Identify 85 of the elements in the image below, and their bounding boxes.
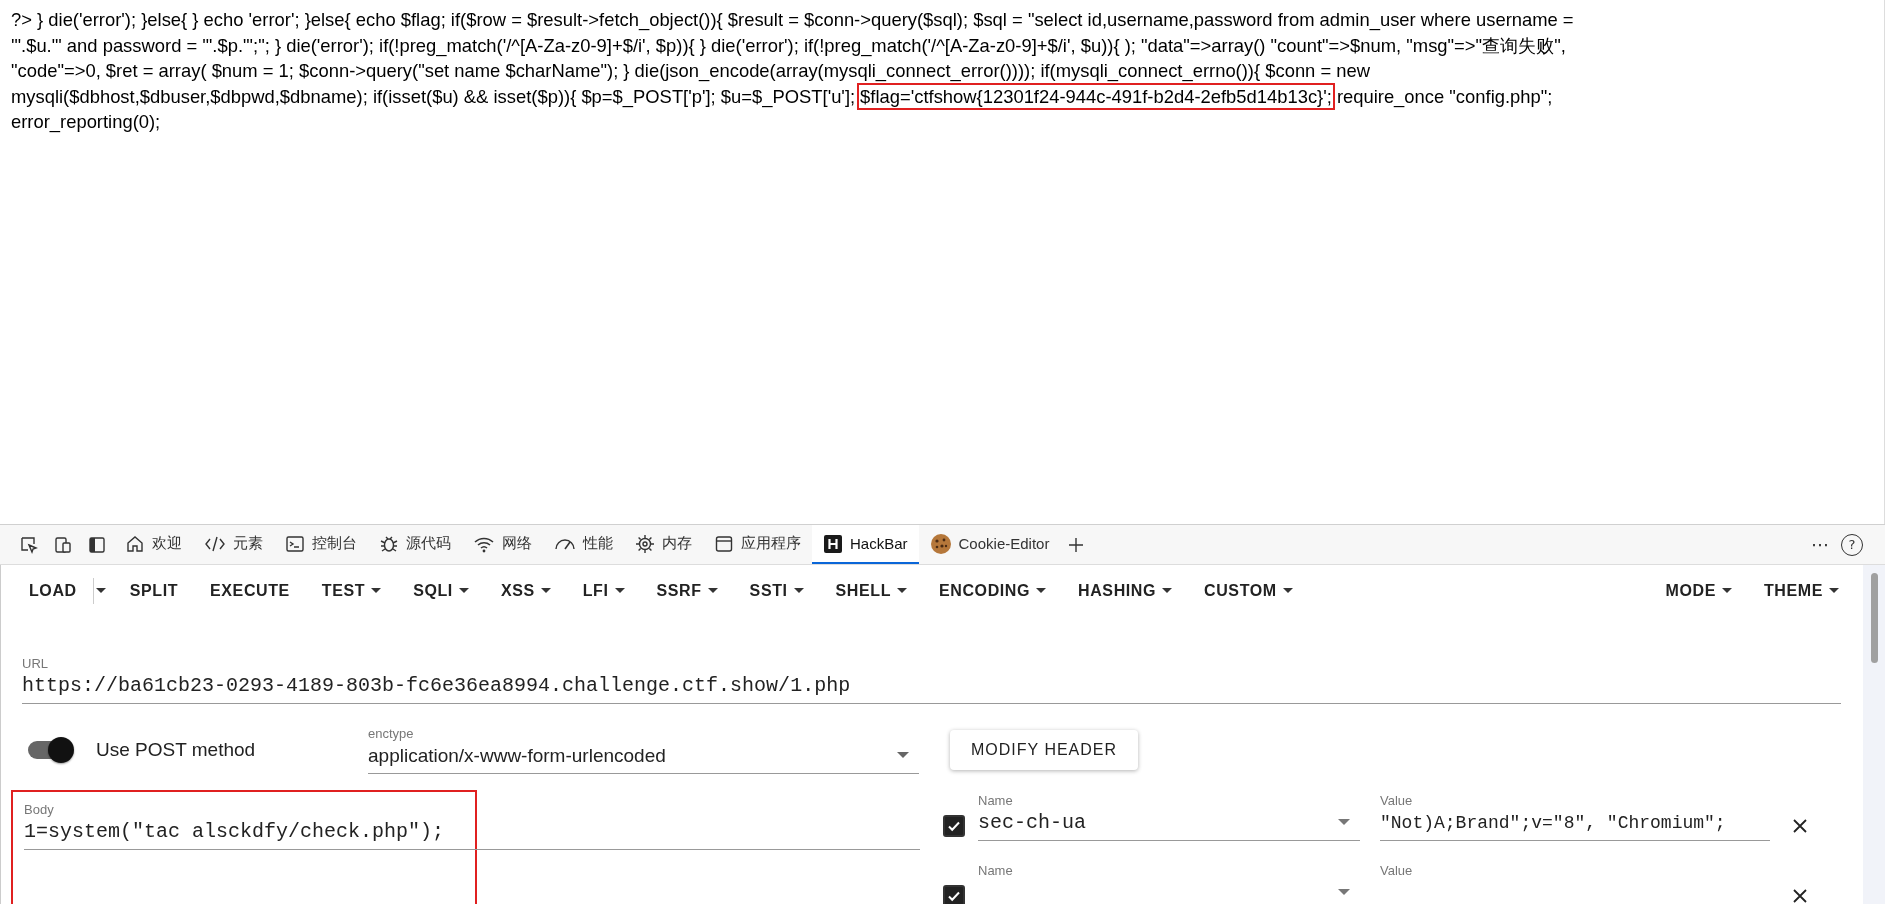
caret-icon	[793, 587, 804, 594]
toolbar-button[interactable]: EXECUTE	[194, 573, 306, 608]
caret-icon	[1036, 587, 1047, 594]
caret-icon	[458, 587, 469, 594]
code-text: require_once "config.php";	[1336, 85, 1553, 107]
code-text: ?> } die('error'); }else{ } echo 'error'; }else{ echo $flag; if($row = $result->fetch_object()){ $result = $conn->query($sql); $sql = "select id,username,password from admin_user where username =	[11, 9, 1574, 30]
toolbar-button[interactable]: THEME	[1748, 573, 1855, 608]
header-value-text: "Not)A;Brand";v="8", "Chromium";	[1380, 812, 1727, 835]
url-field[interactable]: URL https://ba61cb23-0293-4189-803b-fc6e36ea8994.challenge.ctf.show/1.php	[22, 656, 1841, 704]
caret-icon	[1282, 587, 1293, 594]
toolbar-button[interactable]: ENCODING	[923, 573, 1063, 608]
modify-header-button[interactable]: MODIFY HEADER	[950, 730, 1139, 770]
caret-icon	[371, 587, 382, 594]
toolbar-button[interactable]: LFI	[566, 573, 641, 608]
devtools-tab[interactable]: Cookie-Editor	[918, 525, 1061, 564]
cookie-icon	[929, 532, 952, 555]
toolbar-button[interactable]: SSTI	[733, 573, 820, 608]
dropdown-arrow-icon	[1338, 889, 1350, 896]
code-text: '".$u."' and password = '".$p."';"; } die('error'); if(!preg_match('/^[A-Za-z0-9]+$/i', $p)){ } die('error'); if(!preg_match('/^[A-Za-z0-9]+$/i', $u)){ ); "data"=>array() "count"=>$num, "msg"=>"查询失败",	[11, 34, 1566, 56]
code-text: mysqli($dbhost,$dbuser,$dbpwd,$dbname); if(isset($u) && isset($p)){ $p=$_POST['p']; $u=$_POST['u'];	[11, 85, 856, 107]
device-icon[interactable]	[53, 534, 73, 555]
caret-icon	[1162, 587, 1173, 594]
toolbar-button[interactable]: SQLI	[397, 573, 485, 608]
toolbar-button[interactable]: XSS	[484, 573, 567, 608]
toolbar-button[interactable]: SHELL	[819, 573, 924, 608]
field-label: Body	[24, 802, 55, 818]
toolbar-button[interactable]: HASHING	[1062, 573, 1189, 608]
field-label: enctype	[368, 726, 415, 742]
caret-icon	[1829, 587, 1839, 594]
caret-icon	[1722, 587, 1732, 594]
toolbar-button[interactable]: TEST	[305, 573, 398, 608]
close-icon[interactable]	[1792, 818, 1808, 834]
hackbar-logo-icon	[823, 533, 843, 554]
header-value-field[interactable]: Value	[1380, 863, 1770, 904]
devtools-tab[interactable]: 控制台	[274, 525, 368, 564]
field-label: URL	[22, 656, 49, 672]
house-icon	[125, 533, 145, 554]
header-name-text: sec-ch-ua	[978, 810, 1088, 836]
caret-icon	[95, 587, 106, 594]
toolbar-button[interactable]: SSRF	[640, 573, 734, 608]
toolbar-button[interactable]: LOAD	[13, 573, 93, 608]
url-text: https://ba61cb23-0293-4189-803b-fc6e36ea8994.challenge.ctf.show/1.php	[22, 673, 852, 699]
devtools-tab[interactable]: 欢迎	[114, 525, 193, 564]
header-name-field[interactable]: Name	[978, 863, 1360, 904]
caret-icon	[897, 587, 908, 594]
toolbar-button[interactable]: CUSTOM	[1188, 573, 1309, 608]
caret-icon	[540, 587, 551, 594]
checkbox[interactable]	[943, 815, 965, 837]
toolbar-button[interactable]: SPLIT	[113, 573, 195, 608]
window-icon	[714, 533, 734, 554]
toggle-label: Use POST method	[96, 739, 257, 761]
code-text: error_reporting(0);	[11, 111, 161, 132]
devtools-tab[interactable]: 网络	[462, 525, 543, 564]
gear-icon	[635, 533, 655, 554]
dropdown-arrow-icon	[897, 752, 909, 759]
devtools-tab[interactable]: 性能	[543, 525, 624, 564]
header-value-field[interactable]: Value "Not)A;Brand";v="8", "Chromium";	[1380, 793, 1770, 841]
scrollbar[interactable]	[1863, 565, 1885, 904]
dropdown-arrow-icon	[1338, 819, 1350, 826]
sidebar-icon[interactable]	[87, 534, 107, 555]
devtools-tab[interactable]: 源代码	[368, 525, 462, 564]
field-label: Value	[1380, 863, 1414, 879]
devtools-tab[interactable]: HackBar	[812, 525, 919, 564]
add-tab-icon[interactable]	[1067, 535, 1086, 554]
devtools-tab[interactable]: 应用程序	[703, 525, 812, 564]
checkbox[interactable]	[943, 885, 965, 904]
field-label: Value	[1380, 793, 1414, 809]
console-icon	[285, 533, 305, 554]
caret-icon	[707, 587, 718, 594]
code-text: "code"=>0, $ret = array( $num = 1; $conn->query("set name $charName"); } die(json_encode(array(mysqli_connect_error()))); if(mysqli_connect_errno()){ $conn = new	[11, 60, 1371, 81]
header-name-field[interactable]: Name sec-ch-ua	[978, 793, 1360, 841]
enctype-select[interactable]: enctype application/x-www-form-urlencoded	[368, 726, 919, 774]
close-icon[interactable]	[1792, 888, 1808, 904]
caret-icon	[614, 587, 625, 594]
devtools-tab[interactable]: 内存	[624, 525, 703, 564]
devtools-tab[interactable]: 元素	[193, 525, 274, 564]
highlighted-code: $flag='ctfshow{12301f24-944c-491f-b2d4-2efb5d14b13c}';	[860, 85, 1332, 107]
body-field[interactable]: Body 1=system("tac alsckdfy/check.php");	[24, 802, 920, 850]
field-label: Name	[978, 793, 1014, 809]
more-button[interactable]: ⋯	[1799, 534, 1841, 555]
select-value: application/x-www-form-urlencoded	[368, 744, 667, 768]
body-text: 1=system("tac alsckdfy/check.php");	[24, 819, 446, 845]
inspect-icon[interactable]	[19, 534, 39, 555]
toolbar-button[interactable]: MODE	[1649, 573, 1748, 608]
field-label: Name	[978, 863, 1014, 879]
